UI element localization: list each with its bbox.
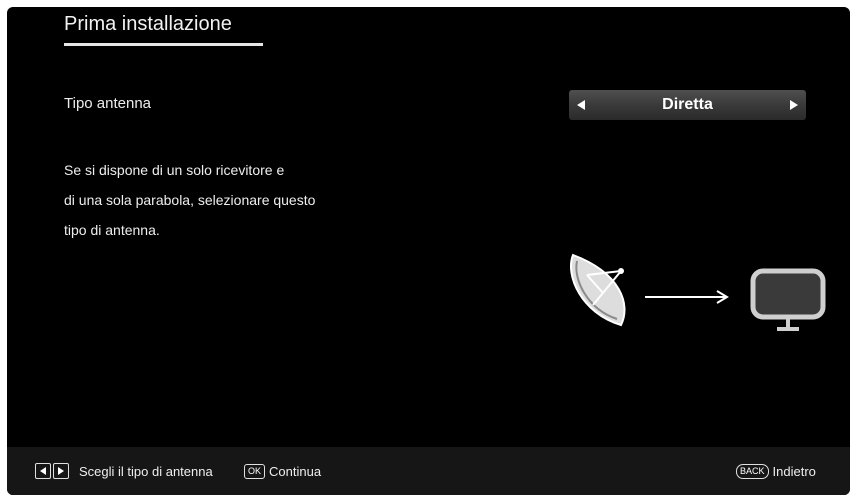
antenna-type-label: Tipo antenna — [64, 95, 152, 112]
description-line: tipo di antenna. — [64, 222, 160, 238]
page-title: Prima installazione — [64, 13, 232, 35]
arrow-right-icon — [645, 290, 729, 304]
antenna-diagram — [563, 245, 833, 340]
antenna-type-selector[interactable]: Diretta — [569, 90, 806, 120]
ok-key-icon: OK — [244, 463, 266, 479]
footer-bar: Scegli il tipo di antenna OK Continua BA… — [7, 447, 850, 495]
tv-icon — [750, 268, 826, 331]
footer-choose-hint: Scegli il tipo di antenna — [35, 447, 213, 495]
back-key-icon: BACK — [736, 463, 769, 479]
back-label: Indietro — [772, 463, 816, 479]
antenna-type-value: Diretta — [662, 96, 713, 113]
description-line: di una sola parabola, selezionare questo — [64, 192, 316, 208]
continue-label: Continua — [269, 463, 322, 479]
footer-continue-hint[interactable]: OK Continua — [244, 447, 321, 495]
left-right-keys-icon — [35, 463, 71, 479]
arrow-left-icon[interactable] — [577, 100, 585, 110]
description-line: Se si dispone di un solo ricevitore e — [64, 162, 285, 178]
satellite-dish-icon — [570, 253, 626, 327]
title-underline — [64, 43, 263, 46]
footer-back-hint[interactable]: BACK Indietro — [736, 447, 816, 495]
choose-antenna-label: Scegli il tipo di antenna — [79, 463, 213, 479]
arrow-right-icon[interactable] — [790, 100, 798, 110]
description-text: Se si dispone di un solo ricevitore e di… — [64, 155, 315, 245]
tv-screen: Prima installazione Tipo antenna Diretta… — [7, 7, 850, 495]
